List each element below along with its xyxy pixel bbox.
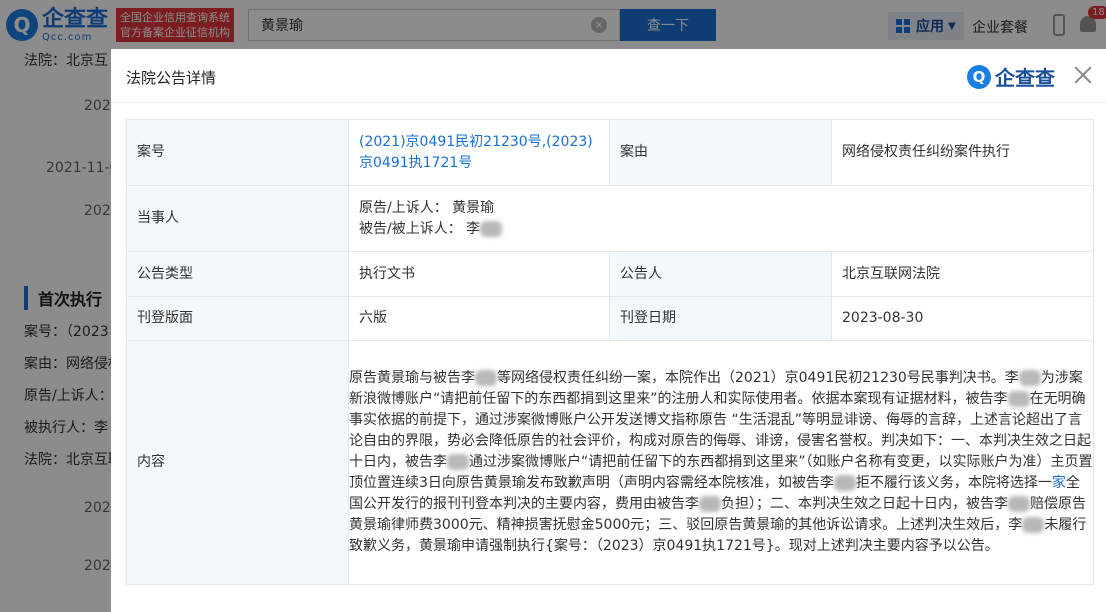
redacted-name (480, 220, 503, 237)
table-row: 案号 (2021)京0491民初21230号,(2023)京0491执1721号… (126, 119, 1094, 186)
plaintiff-line: 原告/上诉人： 黄景瑜 (359, 199, 495, 216)
table-row: 公告类型 执行文书 公告人 北京互联网法院 (126, 251, 1094, 297)
case-number-label: 案号 (126, 119, 349, 186)
parties-value: 原告/上诉人： 黄景瑜 被告/被上诉人： 李 (348, 185, 1094, 252)
announcer-label: 公告人 (609, 251, 832, 297)
logo-badge-icon: Q (967, 64, 991, 89)
redacted-name (1007, 391, 1030, 407)
redacted-name (475, 370, 497, 386)
case-number-link[interactable]: (2021)京0491民初21230号,(2023)京0491执1721号 (359, 134, 593, 171)
defendant-text: 被告/被上诉人： 李 (359, 220, 481, 237)
content-text: 等网络侵权责任纠纷一案，本院作出（2021）京0491民初21230号民事判决书… (497, 370, 1019, 386)
redacted-name (699, 496, 721, 512)
table-row: 刊登版面 六版 刊登日期 2023-08-30 (126, 296, 1094, 341)
case-number-value[interactable]: (2021)京0491民初21230号,(2023)京0491执1721号 (348, 119, 610, 186)
announcer-value: 北京互联网法院 (831, 251, 1094, 297)
content-text: 负担）；二、本判决生效之日起十日内，被告李 (721, 496, 1008, 512)
modal-title: 法院公告详情 (126, 69, 217, 87)
close-icon[interactable] (1071, 63, 1095, 87)
notice-type-label: 公告类型 (126, 251, 349, 297)
table-row: 当事人 原告/上诉人： 黄景瑜 被告/被上诉人： 李 (126, 185, 1094, 252)
publish-date-value: 2023-08-30 (831, 296, 1094, 341)
redacted-name (1018, 370, 1041, 386)
edition-value: 六版 (348, 296, 610, 341)
modal-logo-text: 企查查 (995, 66, 1055, 90)
content-link[interactable]: 家 (1052, 475, 1066, 491)
table-row: 内容 原告黄景瑜与被告李 等网络侵权责任纠纷一案，本院作出（2021）京0491民… (126, 340, 1094, 585)
redacted-name (1022, 517, 1045, 533)
content-value: 原告黄景瑜与被告李 等网络侵权责任纠纷一案，本院作出（2021）京0491民初21… (348, 340, 1094, 585)
notice-type-value: 执行文书 (348, 251, 610, 297)
cause-value: 网络侵权责任纠纷案件执行 (831, 119, 1094, 186)
cause-label: 案由 (609, 119, 832, 186)
parties-label: 当事人 (126, 185, 349, 252)
content-text: 拒不履行该义务，本院将选择一 (855, 475, 1052, 491)
modal-header: 法院公告详情 Q 企查查 (111, 49, 1106, 103)
redacted-name (447, 454, 469, 470)
redacted-name (1008, 496, 1030, 512)
edition-label: 刊登版面 (126, 296, 349, 341)
publish-date-label: 刊登日期 (609, 296, 832, 341)
court-notice-modal: 法院公告详情 Q 企查查 案号 (2021)京0491民初21230号,(202… (111, 49, 1106, 612)
content-text: 原告黄景瑜与被告李 (349, 370, 475, 386)
content-label: 内容 (126, 340, 349, 585)
defendant-line: 被告/被上诉人： 李 (359, 219, 1083, 240)
modal-logo: Q 企查查 (967, 62, 1055, 91)
redacted-name (833, 475, 856, 491)
notice-detail-table: 案号 (2021)京0491民初21230号,(2023)京0491执1721号… (126, 119, 1094, 585)
